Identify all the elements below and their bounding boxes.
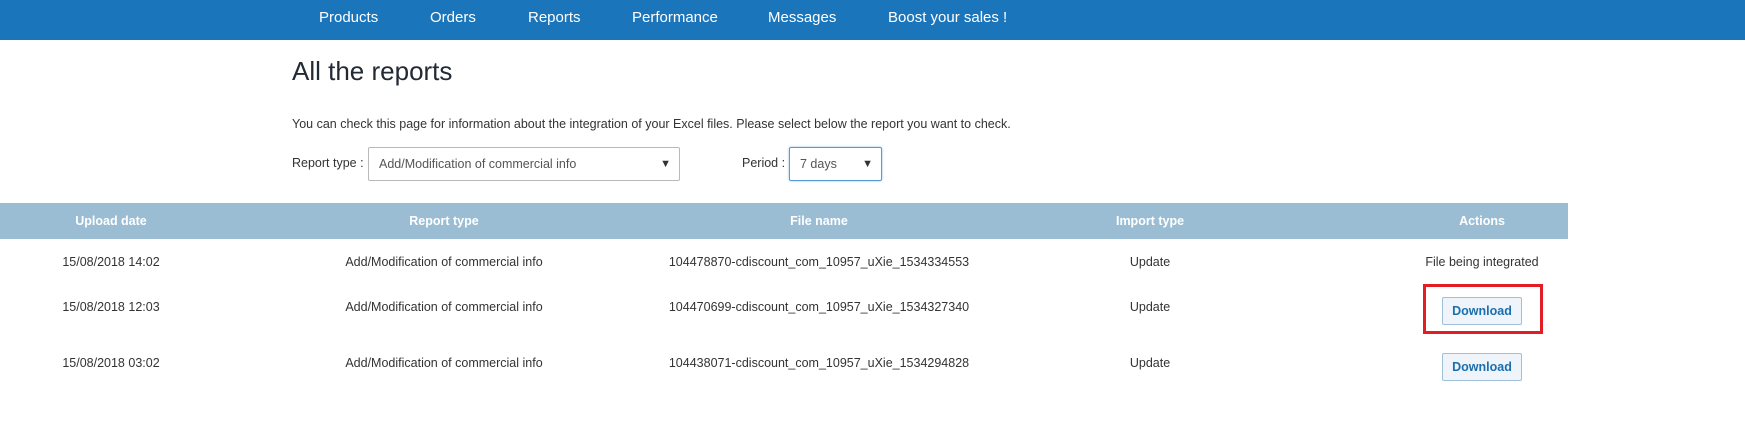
period-select[interactable]: 7 days ▼ [789, 147, 882, 181]
page-title: All the reports [292, 56, 453, 86]
status-file-being-integrated: File being integrated [1425, 255, 1539, 269]
cell-import-type: Update [1129, 255, 1171, 269]
download-button[interactable]: Download [1442, 353, 1522, 381]
highlight-annotation-box [1423, 284, 1543, 334]
top-navigation-bar: Products Orders Reports Performance Mess… [0, 0, 1745, 40]
column-header-import-type: Import type [1115, 214, 1185, 228]
nav-item-orders[interactable]: Orders [430, 0, 476, 36]
nav-item-boost-your-sales[interactable]: Boost your sales ! [888, 0, 1007, 36]
period-label: Period : [742, 156, 786, 170]
cell-import-type: Update [1129, 356, 1171, 370]
nav-item-reports[interactable]: Reports [528, 0, 581, 36]
nav-item-performance[interactable]: Performance [632, 0, 718, 36]
cell-upload-date: 15/08/2018 03:02 [62, 356, 160, 370]
column-header-upload-date: Upload date [75, 214, 147, 228]
report-type-label: Report type : [292, 156, 364, 170]
column-header-report-type: Report type [409, 214, 479, 228]
nav-item-products[interactable]: Products [319, 0, 378, 36]
period-selected-value: 7 days [800, 157, 837, 171]
cell-file-name: 104470699-cdiscount_com_10957_uXie_15343… [668, 300, 970, 314]
cell-file-name: 104478870-cdiscount_com_10957_uXie_15343… [668, 255, 970, 269]
dropdown-arrow-icon: ▼ [862, 158, 873, 170]
column-header-actions: Actions [1459, 214, 1505, 228]
dropdown-arrow-icon: ▼ [660, 158, 671, 170]
reports-table-header: Upload date Report type File name Import… [0, 203, 1568, 239]
cell-report-type: Add/Modification of commercial info [345, 300, 543, 314]
cell-upload-date: 15/08/2018 12:03 [62, 300, 160, 314]
nav-item-messages[interactable]: Messages [768, 0, 836, 36]
page-intro-text: You can check this page for information … [292, 117, 1011, 131]
cell-import-type: Update [1129, 300, 1171, 314]
column-header-file-name: File name [790, 214, 848, 228]
report-type-select[interactable]: Add/Modification of commercial info ▼ [368, 147, 680, 181]
cell-upload-date: 15/08/2018 14:02 [62, 255, 160, 269]
cell-report-type: Add/Modification of commercial info [345, 255, 543, 269]
cell-report-type: Add/Modification of commercial info [345, 356, 543, 370]
cell-file-name: 104438071-cdiscount_com_10957_uXie_15342… [668, 356, 970, 370]
report-type-selected-value: Add/Modification of commercial info [379, 157, 577, 171]
